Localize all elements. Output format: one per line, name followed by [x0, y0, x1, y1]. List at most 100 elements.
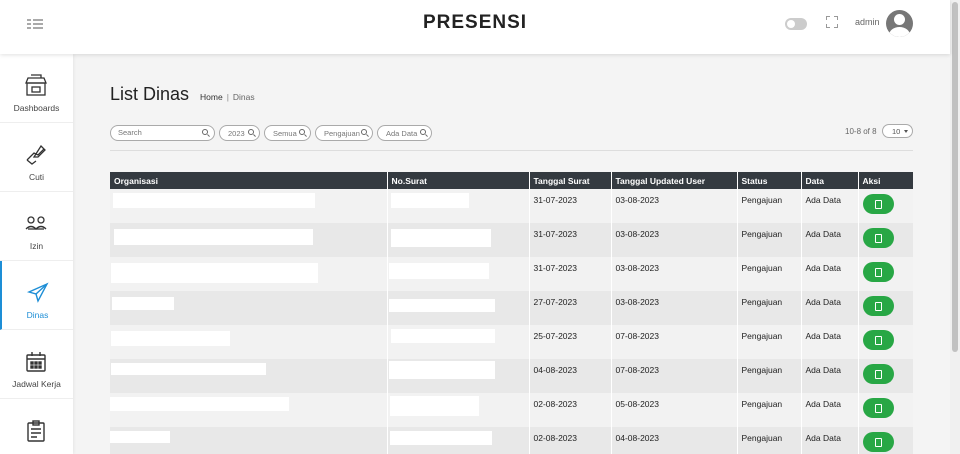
clipboard-icon [27, 420, 45, 442]
pencil-hand-icon [26, 144, 46, 165]
cell-tanggal-surat: 25-07-2023 [528, 325, 611, 359]
divider [110, 150, 913, 151]
table-row: 02-08-2023 05-08-2023 Pengajuan Ada Data [110, 393, 913, 427]
sidebar-item-cuti[interactable]: Cuti [0, 123, 73, 192]
app-title: PRESENSI [422, 12, 528, 33]
redacted-text [390, 229, 491, 247]
cell-no-surat [386, 427, 529, 454]
sidebar-item-report[interactable] [0, 399, 73, 454]
cell-status: Pengajuan [736, 325, 801, 359]
redacted-text [111, 263, 318, 283]
edit-button[interactable] [862, 262, 894, 282]
cell-organisasi [110, 257, 387, 291]
theme-toggle[interactable] [785, 18, 807, 30]
cell-aksi [857, 189, 913, 223]
edit-button[interactable] [862, 194, 894, 214]
sidebar-item-izin[interactable]: Izin [0, 192, 73, 261]
cell-aksi [857, 427, 913, 454]
year-filter[interactable]: 2023 [219, 125, 260, 141]
column-header-status[interactable]: Status [736, 172, 801, 189]
cell-data: Ada Data [800, 359, 858, 393]
fullscreen-icon[interactable] [826, 16, 838, 28]
cell-aksi [857, 291, 913, 325]
search-icon [420, 129, 428, 137]
top-bar: PRESENSI admin [0, 0, 950, 54]
redacted-text [112, 297, 174, 310]
cell-tanggal-updated: 03-08-2023 [610, 257, 737, 291]
search-icon[interactable] [202, 129, 210, 137]
cell-aksi [857, 325, 913, 359]
search-input[interactable] [118, 128, 198, 137]
status-filter[interactable]: Pengajuan [315, 125, 373, 141]
cell-no-surat [386, 393, 529, 427]
edit-button[interactable] [862, 330, 894, 350]
cell-data: Ada Data [800, 257, 858, 291]
column-header-no-surat[interactable]: No.Surat [386, 172, 529, 189]
sidebar-item-dinas[interactable]: Dinas [0, 261, 73, 330]
cell-tanggal-updated: 03-08-2023 [610, 291, 737, 325]
edit-button[interactable] [862, 364, 894, 384]
cell-organisasi [110, 223, 387, 257]
page-scrollbar[interactable] [950, 0, 960, 454]
airplane-icon [26, 282, 49, 303]
user-name[interactable]: admin [855, 17, 880, 27]
cell-data: Ada Data [800, 325, 858, 359]
cell-tanggal-updated: 03-08-2023 [610, 189, 737, 223]
cell-no-surat [386, 223, 529, 257]
cell-tanggal-surat: 02-08-2023 [528, 393, 611, 427]
redacted-text [388, 299, 495, 312]
search-field[interactable] [110, 125, 215, 141]
sidebar: Dashboards Cuti Izin Dinas Jadwal Kerja [0, 54, 73, 454]
redacted-text [389, 431, 492, 445]
cell-organisasi [110, 189, 387, 223]
edit-button[interactable] [862, 228, 894, 248]
cell-no-surat [386, 291, 529, 325]
cell-aksi [857, 359, 913, 393]
redacted-text [388, 361, 495, 379]
cell-tanggal-surat: 31-07-2023 [528, 223, 611, 257]
cell-status: Pengajuan [736, 257, 801, 291]
cell-data: Ada Data [800, 291, 858, 325]
redacted-text [114, 229, 313, 245]
data-filter[interactable]: Ada Data [377, 125, 432, 141]
redacted-text [111, 363, 266, 375]
table-row: 27-07-2023 03-08-2023 Pengajuan Ada Data [110, 291, 913, 325]
cell-organisasi [110, 427, 387, 454]
redacted-text [111, 331, 230, 346]
table-header-row: Organisasi No.Surat Tanggal Surat Tangga… [110, 172, 913, 189]
hands-icon [25, 216, 47, 230]
column-header-organisasi[interactable]: Organisasi [110, 172, 387, 189]
organisasi-filter[interactable]: Semua [264, 125, 311, 141]
avatar[interactable] [886, 10, 913, 37]
cell-tanggal-updated: 07-08-2023 [610, 359, 737, 393]
sidebar-item-jadwal-kerja[interactable]: Jadwal Kerja [0, 330, 73, 399]
table-row: 02-08-2023 04-08-2023 Pengajuan Ada Data [110, 427, 913, 454]
table-row: 31-07-2023 03-08-2023 Pengajuan Ada Data [110, 257, 913, 291]
cell-status: Pengajuan [736, 359, 801, 393]
cell-tanggal-surat: 04-08-2023 [528, 359, 611, 393]
cell-tanggal-updated: 03-08-2023 [610, 223, 737, 257]
cell-tanggal-updated: 07-08-2023 [610, 325, 737, 359]
cell-status: Pengajuan [736, 393, 801, 427]
column-header-data[interactable]: Data [800, 172, 858, 189]
edit-button[interactable] [862, 398, 894, 418]
cell-data: Ada Data [800, 427, 858, 454]
scrollbar-thumb[interactable] [952, 2, 958, 352]
breadcrumb-home[interactable]: Home [200, 92, 223, 102]
cell-data: Ada Data [800, 223, 858, 257]
edit-button[interactable] [862, 432, 894, 452]
redacted-text [390, 329, 495, 343]
cell-tanggal-updated: 04-08-2023 [610, 427, 737, 454]
page-size-select[interactable]: 10 [882, 124, 913, 138]
sidebar-item-dashboards[interactable]: Dashboards [0, 54, 73, 123]
cell-tanggal-updated: 05-08-2023 [610, 393, 737, 427]
column-header-aksi: Aksi [857, 172, 913, 189]
column-header-tanggal-updated[interactable]: Tanggal Updated User [610, 172, 737, 189]
cell-tanggal-surat: 02-08-2023 [528, 427, 611, 454]
column-header-tanggal-surat[interactable]: Tanggal Surat [528, 172, 611, 189]
cell-status: Pengajuan [736, 291, 801, 325]
store-icon [25, 74, 47, 96]
cell-no-surat [386, 359, 529, 393]
cell-status: Pengajuan [736, 189, 801, 223]
edit-button[interactable] [862, 296, 894, 316]
